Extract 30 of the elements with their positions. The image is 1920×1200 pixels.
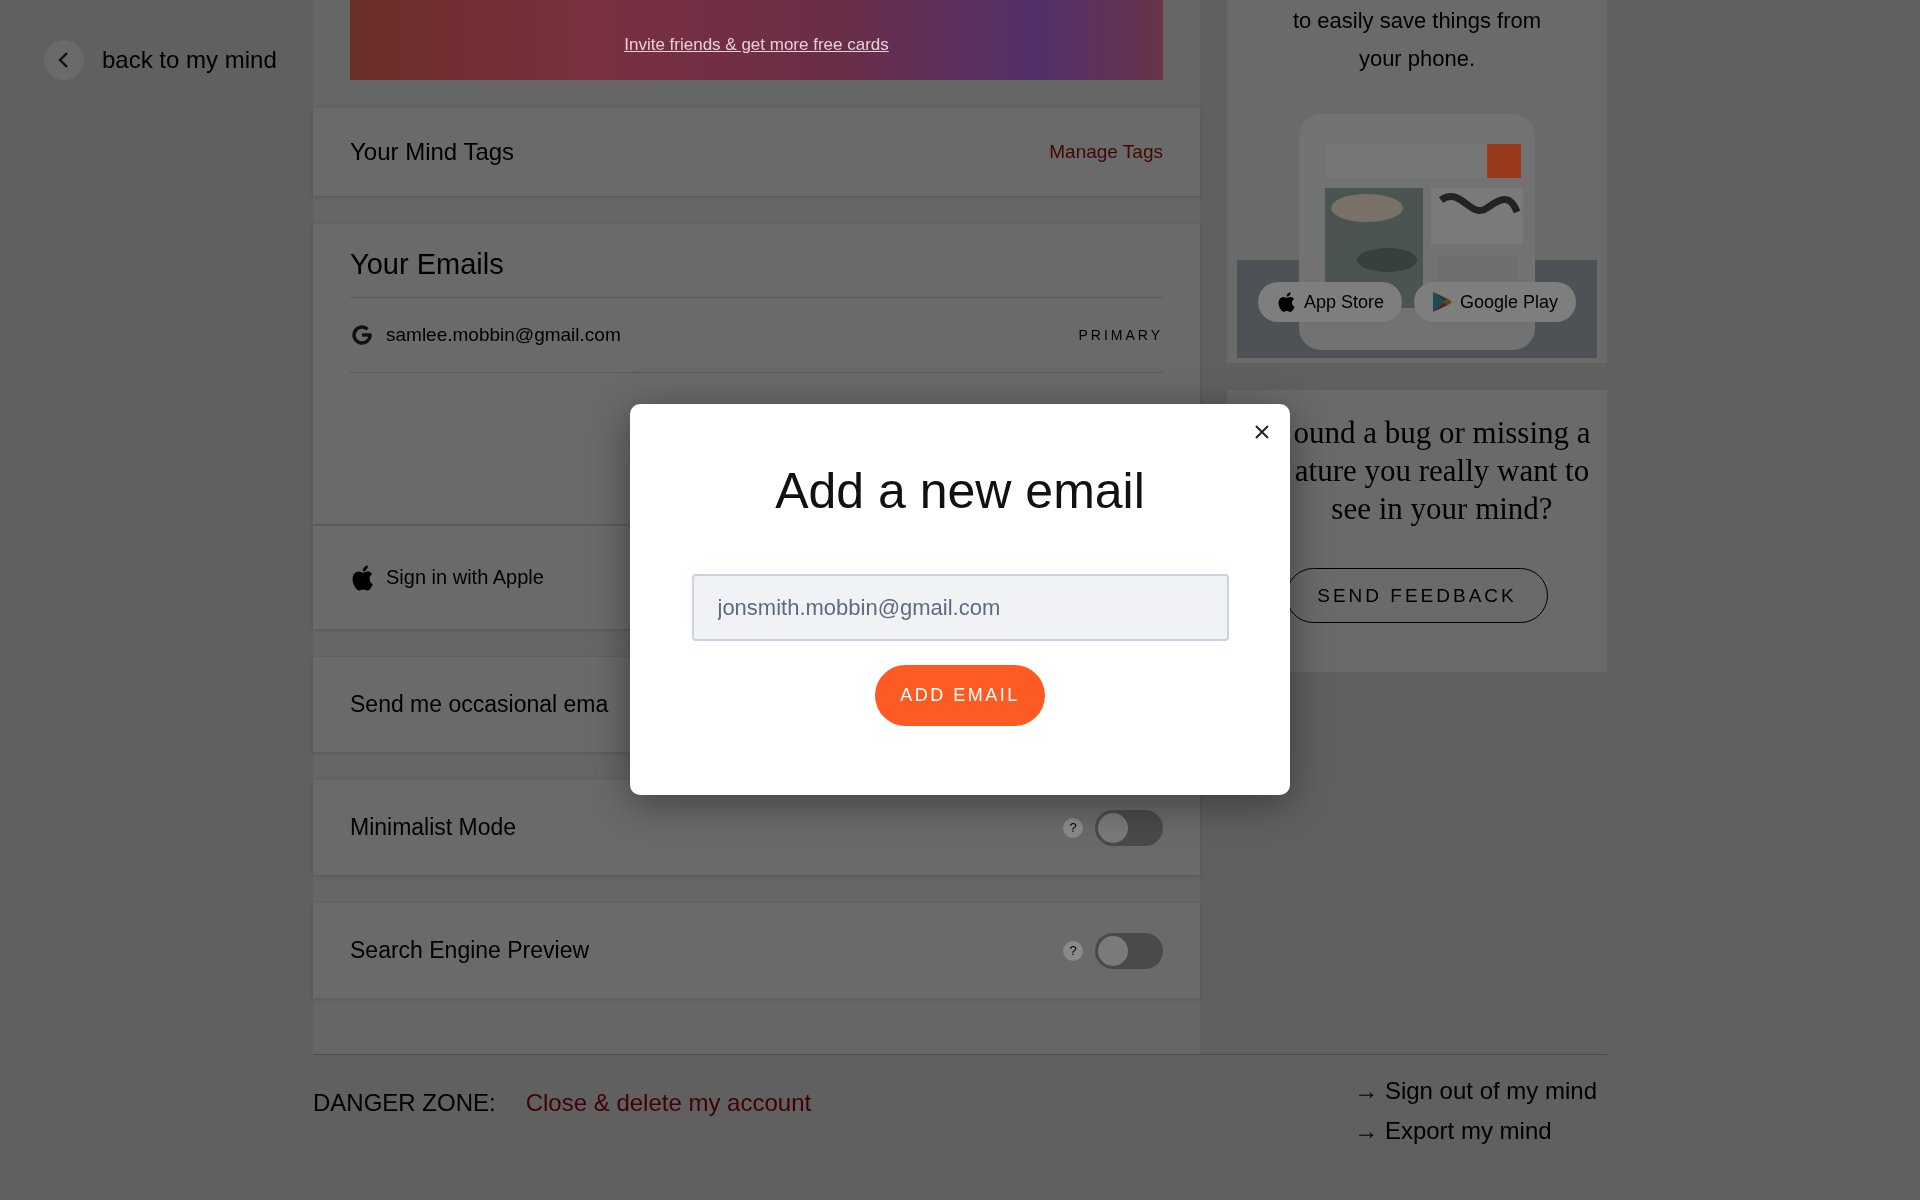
help-icon[interactable]: ? [1063, 817, 1083, 838]
email-address: samlee.mobbin@gmail.com [386, 324, 622, 346]
email-input[interactable]: jonsmith.mobbin@gmail.com [691, 574, 1229, 641]
section-title: Your Emails [350, 248, 1163, 298]
invite-link[interactable]: Invite friends & get more free cards [624, 35, 889, 55]
section-title: Your Mind Tags [350, 138, 515, 166]
back-link[interactable]: back to my mind [44, 40, 277, 80]
footer-link[interactable]: → Sign out of my mind [1354, 1076, 1597, 1105]
footer-link[interactable]: → Export my mind [1354, 1116, 1597, 1145]
dialog-title: Add a new email [775, 462, 1145, 520]
manage-tags-link[interactable]: Manage Tags [1049, 141, 1163, 163]
toggle-switch[interactable] [1095, 809, 1163, 846]
play-icon [1432, 291, 1452, 313]
help-icon[interactable]: ? [1063, 940, 1083, 961]
danger-zone-label: DANGER ZONE: [313, 1088, 496, 1117]
apple-icon [350, 563, 374, 592]
store-button[interactable]: App Store [1257, 282, 1402, 322]
store-button[interactable]: Google Play [1414, 282, 1577, 322]
feedback-prompt: ound a bug or missing a ature you really want to see in your mind? [1293, 414, 1591, 528]
setting-label: Send me occasional ema [350, 691, 609, 718]
toggle-switch[interactable] [1095, 932, 1163, 969]
primary-label: PRIMARY [1078, 327, 1163, 343]
google-icon [350, 323, 374, 347]
apple-sign-in-label: Sign in with Apple [386, 566, 544, 589]
chevron-left-icon [57, 51, 71, 69]
delete-account-link[interactable]: Close & delete my account [525, 1088, 812, 1117]
add-email-button[interactable]: ADD EMAIL [875, 665, 1045, 726]
promo-text: to easily save things from your phone. [1292, 7, 1542, 73]
setting-label: Minimalist Mode [350, 814, 517, 841]
setting-label: Search Engine Preview [350, 937, 590, 964]
